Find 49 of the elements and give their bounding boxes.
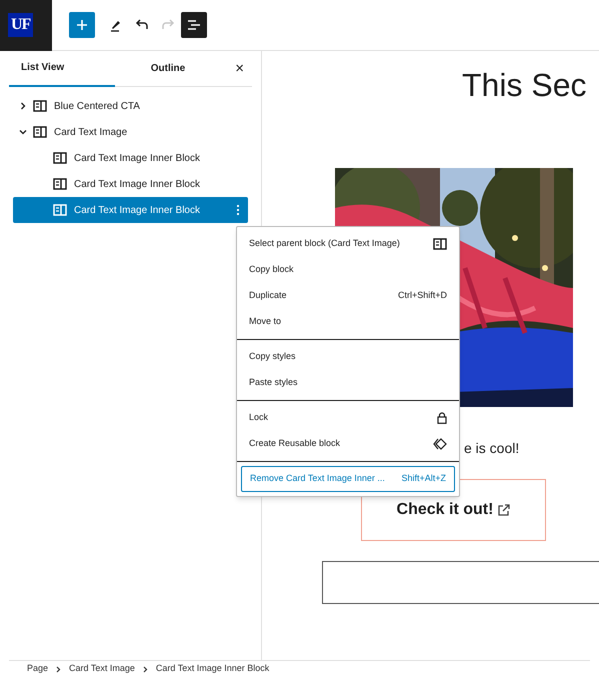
menu-item[interactable]: Move to xyxy=(241,309,455,335)
block-icon xyxy=(33,126,47,138)
menu-item[interactable]: Copy styles xyxy=(241,344,455,370)
chevron-right-icon xyxy=(142,666,148,672)
list-view-item[interactable]: Card Text Image Inner Block xyxy=(13,197,248,223)
block-icon xyxy=(33,100,47,112)
empty-block[interactable] xyxy=(322,561,599,604)
page-heading: This Sec xyxy=(462,67,586,103)
list-view-item[interactable]: Card Text Image xyxy=(13,119,248,145)
menu-item[interactable]: Select parent block (Card Text Image) xyxy=(241,231,455,257)
lock-icon xyxy=(437,412,447,424)
caption-text: e is cool! xyxy=(464,440,520,456)
menu-item[interactable]: Duplicate Ctrl+Shift+D xyxy=(241,283,455,309)
list-view-item[interactable]: Card Text Image Inner Block xyxy=(13,145,248,171)
block-label: Card Text Image Inner Block xyxy=(74,178,200,192)
block-label: Card Text Image Inner Block xyxy=(74,204,200,218)
chevron-down-icon[interactable] xyxy=(19,128,27,136)
block-label: Card Text Image Inner Block xyxy=(74,152,200,166)
menu-item[interactable]: Lock xyxy=(241,405,455,431)
site-logo[interactable]: UF xyxy=(0,0,52,50)
list-view-item[interactable]: Blue Centered CTA xyxy=(13,93,248,119)
breadcrumb-link[interactable]: Card Text Image xyxy=(69,662,135,676)
chevron-right-icon[interactable] xyxy=(19,102,27,110)
block-icon xyxy=(53,178,67,190)
diamond-icon xyxy=(433,438,447,450)
menu-item[interactable]: Paste styles xyxy=(241,370,455,396)
menu-item[interactable]: Remove Card Text Image Inner ... Shift+Alt+Z xyxy=(241,466,455,492)
list-view-item[interactable]: Card Text Image Inner Block xyxy=(13,171,248,197)
pen-icon xyxy=(109,18,123,32)
block-label: Blue Centered CTA xyxy=(54,100,140,114)
tab[interactable]: List View xyxy=(9,50,115,86)
list-view-icon xyxy=(187,19,201,31)
undo-icon xyxy=(135,19,149,31)
more-options-icon[interactable] xyxy=(236,204,240,216)
breadcrumb-link[interactable]: Page xyxy=(27,662,48,676)
external-link-icon xyxy=(497,504,510,516)
menu-item[interactable]: Copy block xyxy=(241,257,455,283)
block-icon xyxy=(53,204,67,216)
toolbar-button[interactable] xyxy=(181,12,207,38)
block-icon xyxy=(53,152,67,164)
block-label: Card Text Image xyxy=(54,126,128,140)
block-icon xyxy=(433,238,447,250)
close-button[interactable]: × xyxy=(235,61,244,76)
plus-icon xyxy=(76,19,88,31)
redo-icon xyxy=(161,19,175,31)
tab[interactable]: Outline xyxy=(115,50,221,86)
breadcrumb-link[interactable]: Card Text Image Inner Block xyxy=(156,662,270,676)
menu-item[interactable]: Create Reusable block xyxy=(241,431,455,457)
chevron-right-icon xyxy=(56,666,62,672)
